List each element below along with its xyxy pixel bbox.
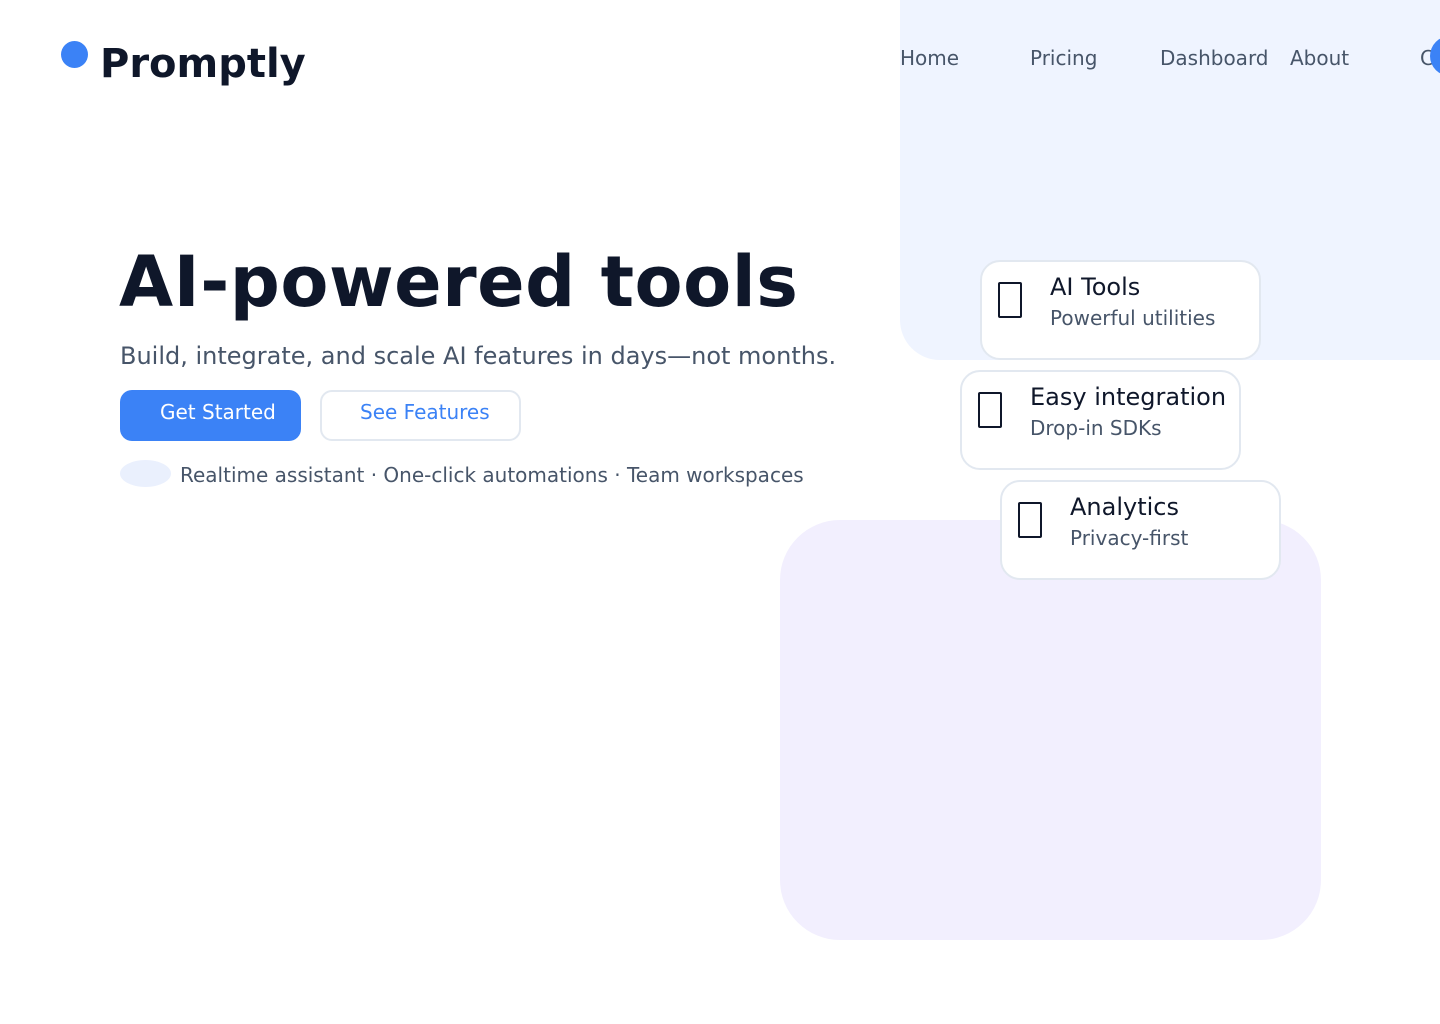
feature-card-integration[interactable]: Easy integration Drop-in SDKs <box>960 370 1241 470</box>
nav-pricing[interactable]: Pricing <box>1030 45 1097 71</box>
card-subtitle: Powerful utilities <box>1050 306 1216 330</box>
nav-dashboard[interactable]: Dashboard <box>1160 45 1269 71</box>
hero-title: AI-powered tools <box>119 241 799 323</box>
see-features-button[interactable]: See Features <box>320 390 521 441</box>
card-subtitle: Privacy-first <box>1070 526 1189 550</box>
card-title: Analytics <box>1070 493 1179 521</box>
integration-icon <box>978 392 1002 428</box>
feature-card-analytics[interactable]: Analytics Privacy-first <box>1000 480 1281 580</box>
brand-name[interactable]: Promptly <box>100 40 306 88</box>
card-title: Easy integration <box>1030 383 1227 411</box>
features-line: Realtime assistant · One-click automatio… <box>180 463 804 487</box>
card-title: AI Tools <box>1050 273 1141 301</box>
features-pill-icon <box>120 460 171 487</box>
card-subtitle: Drop-in SDKs <box>1030 416 1162 440</box>
nav-home[interactable]: Home <box>900 45 959 71</box>
hero-background-bottom <box>780 520 1321 940</box>
feature-card-ai-tools[interactable]: AI Tools Powerful utilities <box>980 260 1261 360</box>
logo-icon <box>61 41 88 68</box>
hero-subtitle: Build, integrate, and scale AI features … <box>120 342 837 370</box>
analytics-icon <box>1018 502 1042 538</box>
tools-icon <box>998 282 1022 318</box>
get-started-button[interactable]: Get Started <box>120 390 301 441</box>
nav-about[interactable]: About <box>1290 45 1349 71</box>
